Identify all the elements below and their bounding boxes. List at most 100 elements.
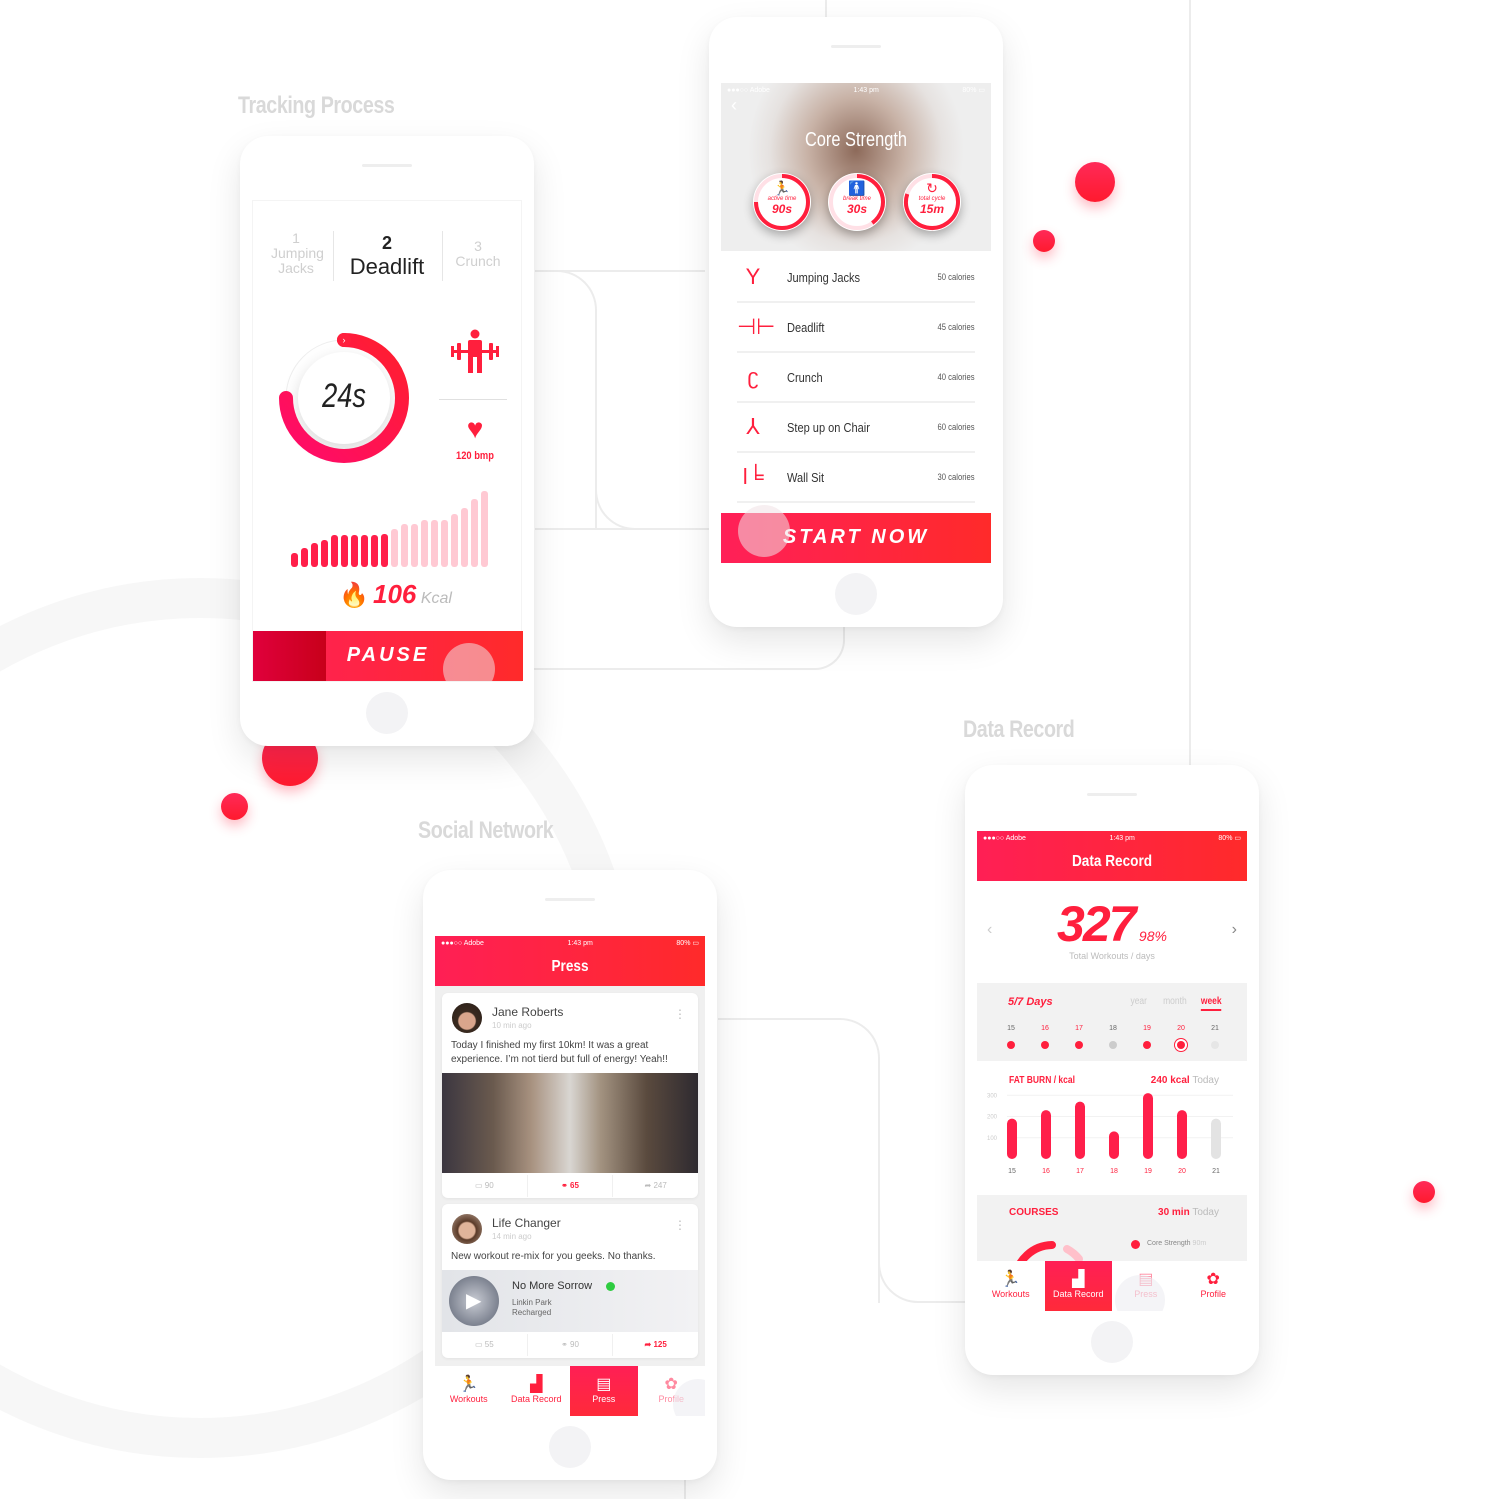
- day-dot-done[interactable]: [1041, 1041, 1049, 1049]
- exercise-row[interactable]: ⅄ Step up on Chair 60 calories: [737, 403, 975, 453]
- day-label: 17: [1075, 1025, 1083, 1032]
- exercise-row[interactable]: Y Jumping Jacks 50 calories: [737, 253, 975, 303]
- nav-data-record[interactable]: ▟ Data Record: [503, 1366, 571, 1416]
- courses-panel: COURSES 30 min Today Core Strength 90m: [977, 1195, 1247, 1261]
- nav-profile[interactable]: ✿ Profile: [1180, 1261, 1248, 1311]
- phone-speaker: [831, 45, 881, 48]
- x-tick-label: 16: [1042, 1168, 1050, 1175]
- tab-label: Deadlift: [349, 254, 425, 279]
- phone-speaker: [545, 898, 595, 901]
- day-dot-today[interactable]: [1177, 1041, 1185, 1049]
- clock: 1:43 pm: [1109, 834, 1135, 842]
- nav-workouts[interactable]: 🏃 Workouts: [977, 1261, 1045, 1311]
- home-button[interactable]: [366, 692, 408, 734]
- post-author[interactable]: Life Changer: [492, 1216, 561, 1230]
- standing-icon: 🚹: [848, 180, 866, 196]
- y-tick-label: 100: [987, 1136, 998, 1142]
- post-author[interactable]: Jane Roberts: [492, 1005, 563, 1019]
- phone-speaker: [1087, 793, 1137, 796]
- back-button[interactable]: ‹: [731, 95, 737, 116]
- like-button[interactable]: ⚭ 65: [528, 1175, 614, 1197]
- core-screen: ●●●○○ Adobe 1:43 pm 80% ▭ ‹ Core Strengt…: [721, 83, 991, 563]
- post-image[interactable]: [442, 1073, 698, 1173]
- post-time: 14 min ago: [492, 1232, 532, 1241]
- nav-press[interactable]: ▤Press: [570, 1366, 638, 1416]
- period-tab-year[interactable]: year: [1130, 996, 1147, 1007]
- day-label: 20: [1177, 1025, 1185, 1032]
- tab-number: 1: [292, 230, 300, 246]
- total-workouts: 327 98%: [977, 895, 1247, 953]
- share-button[interactable]: ➦ 125: [613, 1334, 698, 1356]
- legend-name: Core Strength: [1147, 1240, 1191, 1247]
- home-button[interactable]: [1091, 1321, 1133, 1363]
- battery-level: 80%: [962, 87, 977, 94]
- start-now-button[interactable]: START NOW: [721, 505, 991, 563]
- total-workouts-caption: Total Workouts / days: [1069, 951, 1155, 961]
- battery: 80% ▭: [962, 87, 985, 94]
- intensity-bar: [301, 548, 308, 567]
- comment-button[interactable]: ▭ 55: [442, 1334, 528, 1356]
- connector-line: [718, 1018, 880, 1303]
- profile-icon: ✿: [1206, 1271, 1220, 1288]
- status-bar: ●●●○○ Adobe 1:43 pm 80% ▭: [977, 831, 1247, 845]
- jumping-jacks-icon: Y: [745, 264, 761, 289]
- avatar[interactable]: [452, 1003, 482, 1033]
- period-tab-week[interactable]: week: [1200, 996, 1222, 1011]
- intensity-bar: [291, 553, 298, 567]
- section-label-social: Social Network: [418, 817, 554, 844]
- carrier: ●●●○○ Adobe: [441, 939, 484, 947]
- share-icon: ➦: [644, 1340, 652, 1349]
- status-bar: ●●●○○ Adobe 1:43 pm 80% ▭: [435, 936, 705, 950]
- share-button[interactable]: ➦ 247: [613, 1175, 698, 1197]
- more-options-icon[interactable]: ⋮: [674, 1007, 686, 1021]
- like-button[interactable]: ⚭ 90: [528, 1334, 614, 1356]
- post-card[interactable]: Jane Roberts 10 min ago ⋮ Today I finish…: [442, 993, 698, 1198]
- running-icon: 🏃: [773, 180, 791, 196]
- more-options-icon[interactable]: ⋮: [674, 1218, 686, 1232]
- pause-button[interactable]: PAUSE: [253, 631, 523, 681]
- intensity-bar: [311, 542, 318, 567]
- connector-line: [1189, 0, 1191, 765]
- music-track[interactable]: ▶ No More Sorrow Linkin Park Recharged: [442, 1270, 698, 1332]
- heart-icon: ♥: [466, 413, 484, 444]
- exercise-row[interactable]: ⊣⊢ Deadlift 45 calories: [737, 303, 975, 353]
- tab-exercise-3[interactable]: 3 Crunch: [438, 231, 518, 279]
- day-dot-done[interactable]: [1007, 1041, 1015, 1049]
- section-label-tracking: Tracking Process: [238, 92, 395, 119]
- day-dot-done[interactable]: [1143, 1041, 1151, 1049]
- intensity-bar: [351, 535, 358, 567]
- day-dot-missed[interactable]: [1109, 1041, 1117, 1049]
- touch-indicator: [738, 505, 790, 557]
- comment-icon: ▭: [474, 1181, 483, 1190]
- press-icon: ▤: [596, 1376, 612, 1393]
- post-card[interactable]: Life Changer 14 min ago ⋮ New workout re…: [442, 1204, 698, 1358]
- home-button[interactable]: [835, 573, 877, 615]
- bar-18: [1109, 1131, 1119, 1159]
- exercise-tabs: 1 Jumping Jacks 2 Deadlift 3 Crunch: [253, 201, 521, 279]
- intensity-bar: [461, 507, 468, 567]
- intensity-bar: [421, 519, 428, 567]
- comment-button[interactable]: ▭ 90: [442, 1175, 528, 1197]
- tab-exercise-2[interactable]: 2 Deadlift: [342, 231, 432, 279]
- x-tick-label: 18: [1110, 1168, 1118, 1175]
- tab-exercise-1[interactable]: 1 Jumping Jacks: [256, 231, 336, 279]
- exercise-name: Step up on Chair: [787, 419, 870, 435]
- period-tab-month[interactable]: month: [1163, 996, 1187, 1007]
- divider: [439, 399, 507, 400]
- home-button[interactable]: [549, 1426, 591, 1468]
- play-icon[interactable]: ▶: [466, 1288, 481, 1313]
- nav-workouts[interactable]: 🏃 Workouts: [435, 1366, 503, 1416]
- clock: 1:43 pm: [567, 939, 593, 947]
- day-dot-done[interactable]: [1075, 1041, 1083, 1049]
- avatar[interactable]: [452, 1214, 482, 1244]
- courses-donut: [1017, 1241, 1083, 1261]
- share-icon: ➦: [644, 1181, 652, 1190]
- intensity-bar: [451, 513, 458, 567]
- battery: 80% ▭: [1218, 835, 1241, 842]
- nav-data-record[interactable]: ▟ Data Record: [1044, 1261, 1112, 1311]
- day-dot-future[interactable]: [1211, 1041, 1219, 1049]
- exercise-row[interactable]: ʗ Crunch 40 calories: [737, 353, 975, 403]
- clock: 1:43 pm: [853, 86, 879, 94]
- tab-divider: [333, 231, 334, 281]
- exercise-row[interactable]: ǀ╘ Wall Sit 30 calories: [737, 453, 975, 503]
